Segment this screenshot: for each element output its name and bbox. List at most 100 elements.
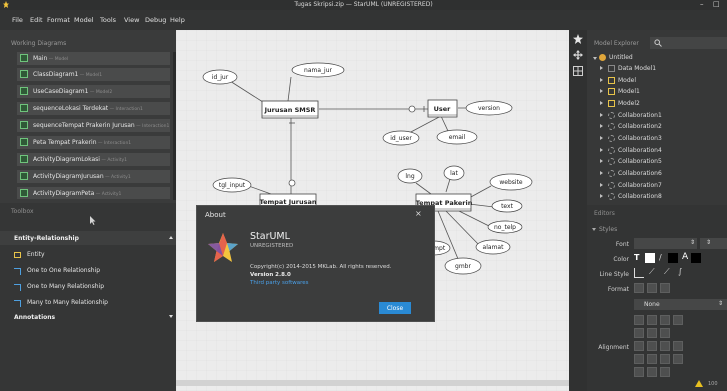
line-color-icon[interactable]: / bbox=[659, 253, 662, 262]
format-show-shadow-icon[interactable] bbox=[647, 283, 657, 293]
tree-item-collaboration8[interactable]: Collaboration8 bbox=[587, 192, 727, 203]
model-explorer-search[interactable] bbox=[650, 37, 727, 49]
close-button[interactable]: Close bbox=[379, 302, 411, 314]
set-height-equally-icon[interactable] bbox=[647, 367, 657, 377]
line-style-rectilinear-icon[interactable] bbox=[634, 268, 644, 278]
menu-model[interactable]: Model bbox=[74, 16, 94, 24]
tree-collapsed-icon bbox=[600, 171, 603, 175]
tree-item-collaboration6[interactable]: Collaboration6 bbox=[587, 169, 727, 180]
menu-debug[interactable]: Debug bbox=[145, 16, 166, 24]
format-select[interactable]: None ⇕ bbox=[634, 299, 727, 310]
tree-item-collaboration5[interactable]: Collaboration5 bbox=[587, 157, 727, 168]
set-width-equally-icon[interactable] bbox=[634, 367, 644, 377]
tree-collapsed-icon bbox=[600, 89, 603, 93]
menu-help[interactable]: Help bbox=[170, 16, 185, 24]
menu-edit[interactable]: Edit bbox=[30, 16, 43, 24]
align-left-icon[interactable] bbox=[634, 341, 644, 351]
menu-tools[interactable]: Tools bbox=[100, 16, 116, 24]
suppress-receptions-icon[interactable] bbox=[660, 328, 670, 338]
about-version: Version 2.8.0 bbox=[250, 272, 291, 278]
pointer-tool-icon[interactable] bbox=[86, 214, 98, 226]
diagram-item-activity-peta[interactable]: ActivityDiagramPeta — Activity1 bbox=[17, 187, 170, 199]
line-style-rounded-icon[interactable]: ⟋ bbox=[664, 267, 670, 277]
close-icon[interactable]: × bbox=[415, 209, 422, 218]
toolbox-section-annotations[interactable]: Annotations bbox=[0, 310, 178, 324]
line-style-curve-icon[interactable]: ∫ bbox=[678, 267, 682, 276]
model-explorer-header: Model Explorer bbox=[594, 40, 639, 47]
title-bar: Tugas Skripsi.zip — StarUML (UNREGISTERE… bbox=[0, 0, 727, 10]
space-equally-v-icon[interactable] bbox=[673, 354, 683, 364]
tree-item-model1[interactable]: Model1 bbox=[587, 87, 727, 98]
tree-item-untitled[interactable]: Untitled bbox=[587, 53, 727, 64]
collaboration-icon bbox=[608, 112, 615, 119]
diagram-item-class[interactable]: ClassDiagram1 — Model1 bbox=[17, 68, 170, 81]
attr-tgl-input-label: tgl_input bbox=[219, 182, 246, 189]
align-center-icon[interactable] bbox=[647, 341, 657, 351]
minimize-button[interactable]: – bbox=[700, 0, 704, 8]
menu-view[interactable]: View bbox=[124, 16, 139, 24]
set-size-equally-icon[interactable] bbox=[660, 367, 670, 377]
suppress-operations-icon[interactable] bbox=[647, 328, 657, 338]
align-right-icon[interactable] bbox=[660, 341, 670, 351]
diagram-item-sequence-tempat[interactable]: sequenceTempat Prakerin Jurusan — Intera… bbox=[17, 119, 170, 132]
stereotype-label-icon[interactable] bbox=[647, 315, 657, 325]
align-middle-icon[interactable] bbox=[634, 354, 644, 364]
tree-collapsed-icon bbox=[600, 101, 603, 105]
tree-item-collaboration4[interactable]: Collaboration4 bbox=[587, 146, 727, 157]
toolbox-item-one-to-many[interactable]: One to Many Relationship bbox=[0, 280, 178, 294]
line-color-swatch[interactable] bbox=[668, 253, 678, 263]
fill-color-swatch[interactable] bbox=[645, 253, 655, 263]
line-style-oblique-icon[interactable]: ⟋ bbox=[649, 267, 655, 277]
maximize-button[interactable]: □ bbox=[713, 0, 720, 8]
canvas-scrollbar-h[interactable] bbox=[176, 380, 569, 386]
select-arrows-icon: ⇕ bbox=[690, 239, 696, 246]
menu-format[interactable]: Format bbox=[47, 16, 70, 24]
editors-header: Editors bbox=[594, 210, 615, 217]
format-auto-resize-icon[interactable] bbox=[660, 283, 670, 293]
toolbox-item-one-to-one[interactable]: One to One Relationship bbox=[0, 264, 178, 278]
format-word-wrap-icon[interactable] bbox=[634, 283, 644, 293]
stereotype-icon-icon[interactable] bbox=[673, 315, 683, 325]
format-label: Format bbox=[607, 286, 629, 293]
align-bottom-icon[interactable] bbox=[647, 354, 657, 364]
diagram-item-main[interactable]: Main — Model bbox=[17, 52, 170, 65]
tree-collapsed-icon bbox=[600, 78, 603, 82]
menu-file[interactable]: File bbox=[12, 16, 23, 24]
tree-item-collaboration2[interactable]: Collaboration2 bbox=[587, 122, 727, 133]
tree-item-collaboration7[interactable]: Collaboration7 bbox=[587, 181, 727, 192]
diagram-item-usecase[interactable]: UseCaseDiagram1 — Model2 bbox=[17, 85, 170, 98]
package-icon bbox=[608, 77, 615, 84]
tree-item-data-model1[interactable]: Data Model1 bbox=[587, 64, 727, 75]
font-color-swatch[interactable] bbox=[691, 253, 701, 263]
stereotype-none-icon[interactable] bbox=[634, 315, 644, 325]
stereotype-decoration-icon[interactable] bbox=[660, 315, 670, 325]
suppress-attributes-icon[interactable] bbox=[634, 328, 644, 338]
font-select[interactable]: ⇕ bbox=[634, 238, 697, 249]
space-equally-h-icon[interactable] bbox=[660, 354, 670, 364]
select-arrows-icon: ⇕ bbox=[706, 239, 712, 246]
tree-item-collaboration3[interactable]: Collaboration3 bbox=[587, 134, 727, 145]
toolbox-item-many-to-many[interactable]: Many to Many Relationship bbox=[0, 296, 178, 310]
move-icon[interactable] bbox=[573, 50, 583, 60]
diagram-icon bbox=[20, 121, 28, 129]
diagram-item-sequence-lokasi[interactable]: sequenceLokasi Terdekat — Interaction1 bbox=[17, 102, 170, 115]
warning-icon[interactable] bbox=[695, 380, 703, 387]
toolbox-item-entity[interactable]: Entity bbox=[0, 248, 178, 262]
toolbox-section-er[interactable]: Entity-Relationship bbox=[0, 231, 178, 245]
model-explorer-toggle-icon[interactable] bbox=[573, 34, 583, 44]
font-size-select[interactable]: ⇕ bbox=[700, 238, 727, 249]
diagram-item-peta[interactable]: Peta Tempat Prakerin — Interaction1 bbox=[17, 136, 170, 149]
font-color-label[interactable]: A bbox=[682, 252, 688, 262]
tree-item-collaboration1[interactable]: Collaboration1 bbox=[587, 111, 727, 122]
third-party-link[interactable]: Third party softwares bbox=[250, 280, 309, 286]
align-top-icon[interactable] bbox=[673, 341, 683, 351]
tree-item-model[interactable]: Model bbox=[587, 76, 727, 87]
diagram-item-activity-lokasi[interactable]: ActivityDiagramLokasi — Activity1 bbox=[17, 153, 170, 166]
expanded-icon bbox=[592, 228, 596, 231]
styles-section[interactable]: Styles bbox=[587, 225, 727, 235]
diagram-item-activity-jurusan[interactable]: ActivityDiagramJurusan — Activity1 bbox=[17, 170, 170, 183]
grid-icon[interactable] bbox=[573, 66, 583, 76]
working-diagrams-list: Main — Model ClassDiagram1 — Model1 UseC… bbox=[0, 52, 178, 202]
tree-item-model2[interactable]: Model2 bbox=[587, 99, 727, 110]
text-color-icon[interactable]: T bbox=[634, 253, 639, 262]
